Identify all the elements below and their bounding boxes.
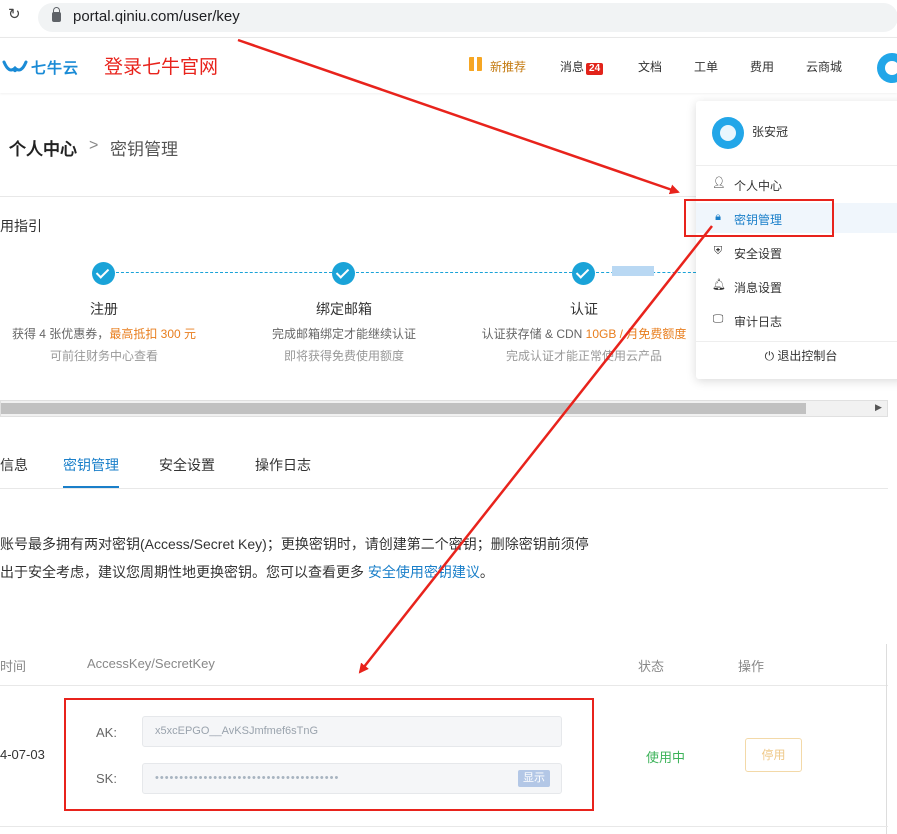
annotation-arrows xyxy=(237,38,713,674)
annotation-arrow xyxy=(358,225,713,674)
annotation-arrow xyxy=(237,38,680,195)
